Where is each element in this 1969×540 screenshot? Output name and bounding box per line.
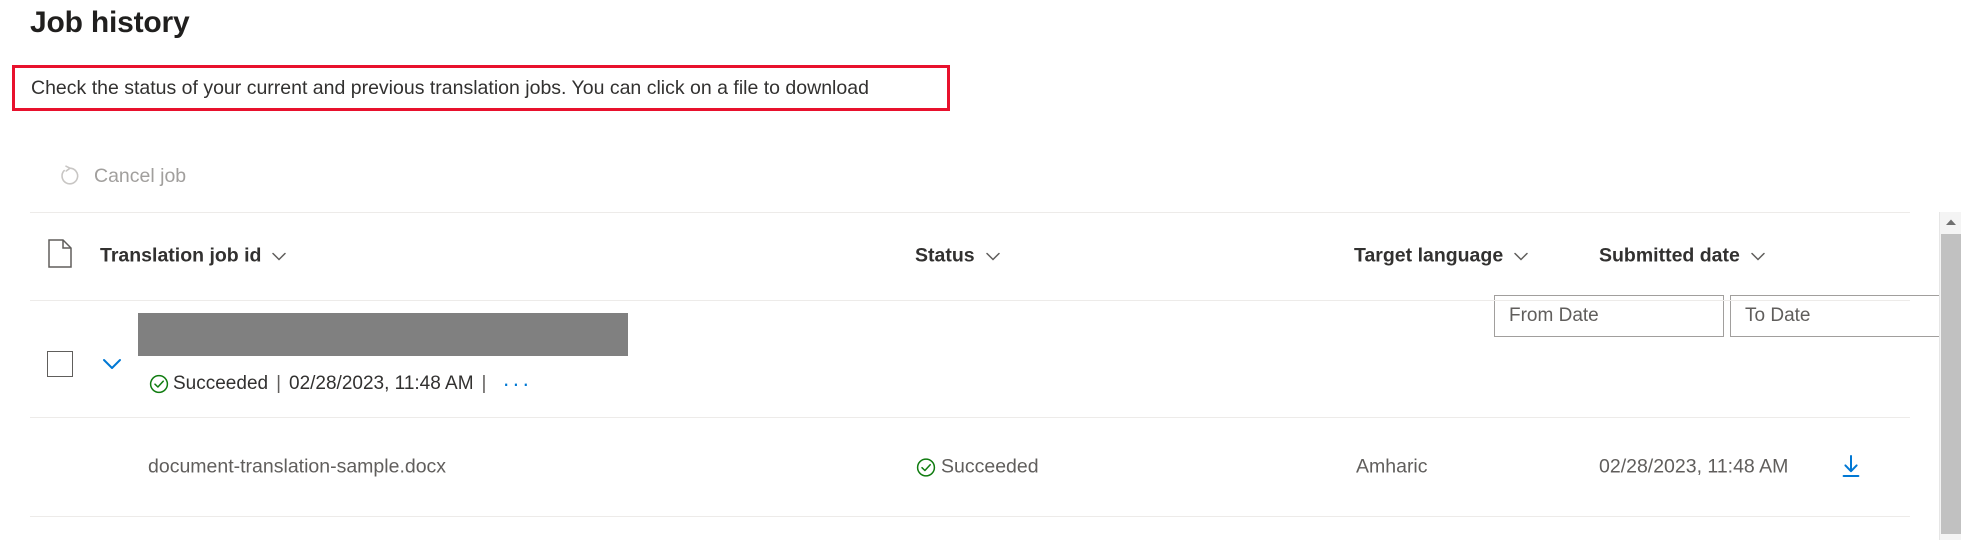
group-expand-toggle[interactable] [96, 348, 128, 380]
column-header-status[interactable]: Status [915, 245, 1002, 268]
job-group-submitted-date: 02/28/2023, 11:48 AM [289, 373, 474, 394]
column-header-submitted-date[interactable]: Submitted date [1599, 245, 1767, 268]
column-header-label: Status [915, 244, 975, 267]
chevron-down-icon [1751, 252, 1765, 261]
download-icon [1842, 455, 1860, 477]
table-row: document-translation-sample.docx Succeed… [0, 418, 1910, 516]
chevron-down-icon [985, 252, 1000, 261]
job-history-page: Job history Check the status of your cur… [0, 0, 1969, 540]
command-bar: Cancel job [0, 140, 1969, 337]
status-label: Succeeded [941, 455, 1039, 478]
chevron-down-icon [1514, 252, 1528, 261]
divider [30, 516, 1910, 517]
cancel-circle-arrow-icon [58, 164, 82, 188]
caret-up-icon [1945, 219, 1956, 225]
table-header-row: Translation job id Status Target languag… [0, 212, 1910, 300]
cell-target-language: Amharic [1356, 455, 1428, 478]
column-header-label: Target language [1354, 244, 1504, 267]
download-button[interactable] [1838, 453, 1864, 481]
job-id-redaction-block [138, 313, 628, 356]
job-group-status: Succeeded [173, 373, 269, 394]
scrollbar-thumb[interactable] [1941, 234, 1961, 534]
chevron-down-icon [103, 359, 121, 369]
job-group-metadata: Succeeded | 02/28/2023, 11:48 AM | ··· [148, 373, 532, 395]
column-header-label: Submitted date [1599, 244, 1740, 267]
column-header-target-language[interactable]: Target language [1354, 245, 1530, 268]
cancel-job-label: Cancel job [94, 164, 187, 187]
cell-status: Succeeded [915, 456, 1039, 479]
page-title: Job history [30, 6, 190, 39]
metadata-separator: | [276, 373, 282, 394]
check-circle-icon [916, 457, 936, 477]
document-icon [47, 239, 73, 274]
check-circle-icon [149, 374, 169, 394]
cell-filename[interactable]: document-translation-sample.docx [148, 456, 446, 479]
scroll-up-button[interactable] [1940, 212, 1961, 231]
job-group-row: Succeeded | 02/28/2023, 11:48 AM | ··· [0, 301, 1910, 417]
row-overflow-menu-button[interactable]: ··· [494, 373, 531, 395]
metadata-separator: | [481, 373, 487, 394]
page-subtitle: Check the status of your current and pre… [31, 77, 869, 99]
column-header-translation-job-id[interactable]: Translation job id [100, 245, 288, 268]
cancel-job-button[interactable]: Cancel job [52, 154, 192, 198]
cell-submitted-date: 02/28/2023, 11:48 AM [1599, 455, 1789, 478]
chevron-down-icon [272, 252, 287, 261]
vertical-scrollbar[interactable] [1939, 212, 1961, 540]
row-select-checkbox[interactable] [47, 351, 73, 377]
column-header-label: Translation job id [100, 244, 262, 267]
